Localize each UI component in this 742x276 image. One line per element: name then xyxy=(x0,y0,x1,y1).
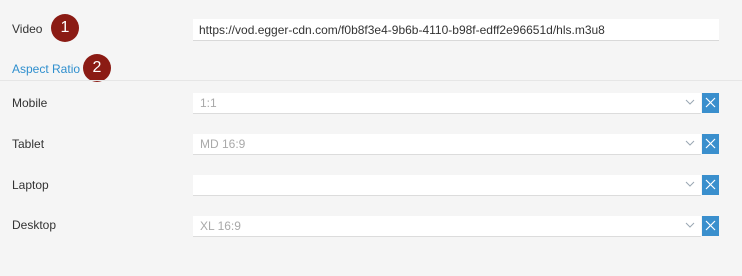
chevron-down-icon xyxy=(685,222,695,228)
close-icon xyxy=(705,179,716,190)
desktop-clear-button[interactable] xyxy=(702,216,719,236)
section-divider xyxy=(0,80,742,81)
chevron-down-icon xyxy=(685,181,695,187)
desktop-aspect-value: XL 16:9 xyxy=(200,219,241,233)
tablet-label: Tablet xyxy=(12,137,45,151)
desktop-aspect-select[interactable]: XL 16:9 xyxy=(193,216,701,237)
mobile-clear-button[interactable] xyxy=(702,93,719,113)
laptop-aspect-select[interactable] xyxy=(193,175,701,196)
video-label: Video xyxy=(12,22,43,36)
mobile-label: Mobile xyxy=(12,96,48,110)
laptop-clear-button[interactable] xyxy=(702,175,719,195)
chevron-down-icon xyxy=(685,140,695,146)
tablet-aspect-value: MD 16:9 xyxy=(200,137,246,151)
video-url-field[interactable]: https://vod.egger-cdn.com/f0b8f3e4-9b6b-… xyxy=(193,19,719,41)
mobile-aspect-value: 1:1 xyxy=(200,96,217,110)
aspect-ratio-link[interactable]: Aspect Ratio xyxy=(12,62,80,76)
desktop-label: Desktop xyxy=(12,218,57,232)
close-icon xyxy=(705,220,716,231)
laptop-label: Laptop xyxy=(12,178,49,192)
chevron-down-icon xyxy=(685,99,695,105)
tablet-clear-button[interactable] xyxy=(702,134,719,154)
mobile-aspect-select[interactable]: 1:1 xyxy=(193,93,701,114)
close-icon xyxy=(705,97,716,108)
close-icon xyxy=(705,138,716,149)
tablet-aspect-select[interactable]: MD 16:9 xyxy=(193,134,701,155)
callout-badge-2: 2 xyxy=(83,54,111,82)
callout-badge-1: 1 xyxy=(51,14,79,42)
